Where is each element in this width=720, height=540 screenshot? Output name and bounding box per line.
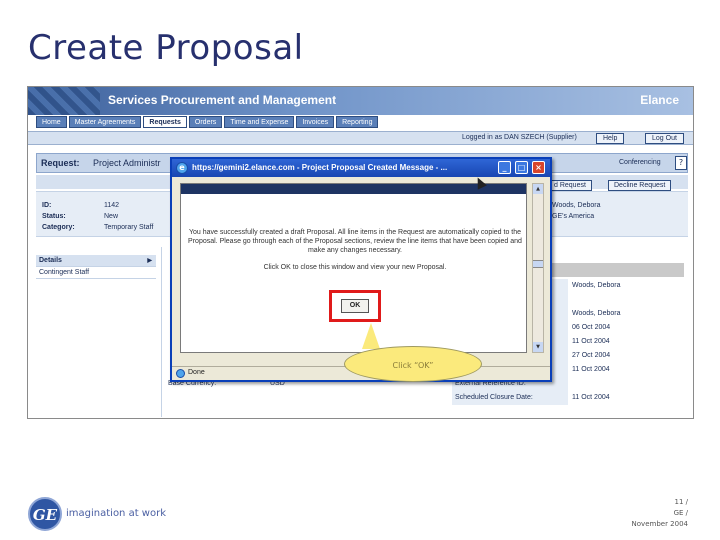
- callout-text: Click “OK”: [392, 361, 434, 370]
- ok-button[interactable]: OK: [341, 299, 369, 313]
- id-value: 1142: [104, 202, 120, 209]
- ge-tagline: imagination at work: [66, 508, 166, 519]
- owner-name: Woods, Debora: [552, 202, 601, 209]
- proposal-created-dialog: e https://gemini2.elance.com - Project P…: [170, 157, 552, 382]
- page-number: 11 /: [674, 498, 689, 506]
- banner-art: [28, 87, 100, 115]
- category-label: Category:: [42, 224, 75, 231]
- dialog-message: You have successfully created a draft Pr…: [188, 229, 522, 254]
- tab-reporting[interactable]: Reporting: [336, 116, 379, 128]
- logged-in-text: Logged in as DAN SZECH (Supplier): [462, 134, 577, 141]
- tab-home[interactable]: Home: [36, 116, 67, 128]
- tab-master-agreements[interactable]: Master Agreements: [68, 116, 142, 128]
- field-value: 11 Oct 2004: [572, 338, 610, 345]
- chevron-right-icon: ▶: [147, 258, 152, 264]
- elance-logo: Elance: [640, 93, 679, 107]
- field-value: 11 Oct 2004: [572, 366, 610, 373]
- field-value: Woods, Debora: [572, 310, 621, 317]
- table-row: Scheduled Closure Date: 11 Oct 2004: [452, 391, 688, 405]
- footer-info: 11 / GE / November 2004: [632, 497, 688, 530]
- ie-icon: e: [176, 162, 188, 174]
- ge-monogram: GE: [32, 506, 58, 524]
- user-strip: Logged in as DAN SZECH (Supplier) Help L…: [28, 131, 693, 145]
- field-label: Scheduled Closure Date:: [452, 391, 568, 405]
- callout-pointer: [362, 323, 380, 349]
- ge-logo: GE: [28, 497, 62, 531]
- tab-requests[interactable]: Requests: [143, 116, 187, 128]
- dialog-instruction: Click OK to close this window and view y…: [263, 264, 447, 271]
- sidebar-item-label: Details: [39, 257, 62, 264]
- minimize-icon[interactable]: _: [498, 161, 511, 174]
- page-icon: [176, 369, 185, 378]
- close-icon[interactable]: ×: [532, 161, 545, 174]
- maximize-icon[interactable]: □: [515, 161, 528, 174]
- field-value: 06 Oct 2004: [572, 324, 611, 331]
- id-label: ID:: [42, 202, 52, 209]
- scroll-thumb[interactable]: [533, 260, 543, 268]
- app-title: Services Procurement and Management: [108, 93, 337, 107]
- status-label: Status:: [42, 213, 66, 220]
- help-button[interactable]: Help: [596, 133, 625, 144]
- dialog-scrollbar[interactable]: ▲ ▼: [532, 183, 544, 353]
- slide-title: Create Proposal: [28, 28, 304, 68]
- create-request-button[interactable]: d Request: [548, 180, 592, 191]
- dialog-header-bar: [181, 184, 526, 194]
- field-value: 27 Oct 2004: [572, 352, 611, 359]
- main-nav: Home Master Agreements Requests Orders T…: [36, 116, 379, 128]
- footer-org: GE /: [673, 509, 688, 517]
- tab-time-and-expense[interactable]: Time and Expense: [224, 116, 295, 128]
- conferencing-link[interactable]: Conferencing: [619, 159, 661, 166]
- help-icon[interactable]: ?: [675, 156, 687, 170]
- tab-invoices[interactable]: Invoices: [296, 116, 335, 128]
- footer-date: November 2004: [631, 520, 688, 528]
- status-text: Done: [188, 369, 205, 376]
- dialog-title: https://gemini2.elance.com - Project Pro…: [192, 163, 448, 172]
- scroll-down-icon[interactable]: ▼: [533, 342, 543, 352]
- tab-orders[interactable]: Orders: [188, 116, 223, 128]
- divider: [161, 247, 162, 417]
- decline-request-button[interactable]: Decline Request: [608, 180, 672, 191]
- dialog-content: You have successfully created a draft Pr…: [180, 183, 527, 353]
- field-value: 11 Oct 2004: [572, 394, 610, 401]
- request-sidebar: Details ▶ Contingent Staff: [36, 255, 156, 279]
- request-label: Request:: [41, 158, 80, 168]
- sidebar-item-label: Contingent Staff: [39, 269, 90, 276]
- section-header-bar: [552, 263, 684, 277]
- sidebar-item-details[interactable]: Details ▶: [36, 255, 156, 267]
- category-value: Temporary Staff: [104, 224, 154, 231]
- status-value: New: [104, 213, 119, 220]
- field-value: Woods, Debora: [572, 282, 621, 289]
- ok-highlight-box: OK: [329, 290, 381, 322]
- app-banner: Services Procurement and Management Elan…: [28, 87, 693, 115]
- sidebar-item-contingent-staff[interactable]: Contingent Staff: [36, 267, 156, 279]
- dialog-titlebar[interactable]: e https://gemini2.elance.com - Project P…: [172, 159, 550, 177]
- logout-button[interactable]: Log Out: [645, 133, 684, 144]
- request-name: Project Administr: [93, 158, 161, 168]
- owner-org: GE's America: [552, 213, 595, 220]
- scroll-up-icon[interactable]: ▲: [533, 184, 543, 194]
